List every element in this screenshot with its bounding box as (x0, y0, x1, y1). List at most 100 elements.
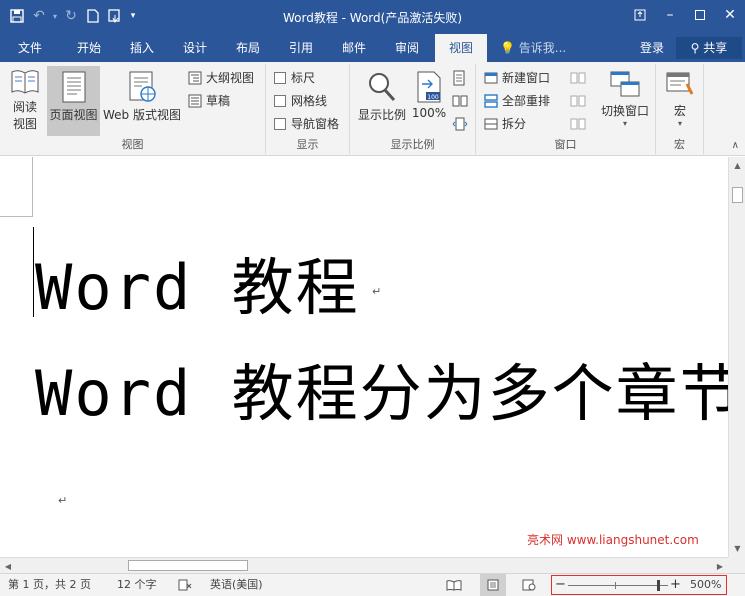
page-count[interactable]: 第 1 页，共 2 页 (8, 574, 91, 596)
paragraph-mark-icon: ↵ (58, 494, 68, 507)
new-window-icon (484, 72, 498, 84)
multiple-pages-icon (452, 95, 468, 107)
multiple-pages-button[interactable] (452, 91, 468, 111)
text-cursor (33, 227, 34, 317)
arrange-all-button[interactable]: 全部重排 (484, 91, 550, 111)
title-bar: ↶ ▾ ↻ ▾ Word教程 - Word(产品激活失败) – ✕ (0, 0, 745, 34)
document-line-1[interactable]: Word 教程 (35, 237, 360, 327)
minimize-icon[interactable]: – (655, 0, 685, 30)
outline-label: 大纲视图 (206, 71, 255, 85)
status-bar: 第 1 页，共 2 页 12 个字 英语(美国) − + 500% (0, 573, 745, 596)
read-mode-button[interactable]: 阅读 视图 (6, 66, 44, 132)
window-controls: – ✕ (625, 0, 745, 30)
macros-dropdown-icon: ▾ (677, 119, 682, 128)
zoom-slider-midmark (615, 582, 616, 589)
share-label: 共享 (703, 41, 728, 55)
paragraph-mark-icon: ↵ (372, 285, 382, 298)
tell-me-search[interactable]: 💡 告诉我... (500, 34, 566, 62)
zoom-level[interactable]: 500% (690, 574, 721, 596)
close-icon[interactable]: ✕ (715, 0, 745, 30)
gridlines-label: 网格线 (291, 94, 328, 108)
switch-windows-label: 切换窗口 (600, 104, 649, 118)
scroll-up-icon[interactable]: ▲ (729, 157, 745, 174)
ribbon-display-options-icon[interactable] (625, 0, 655, 30)
ruler-checkbox-box[interactable] (274, 72, 286, 84)
word-count[interactable]: 12 个字 (117, 574, 157, 596)
new-window-button[interactable]: 新建窗口 (484, 68, 550, 88)
split-button[interactable]: 拆分 (484, 114, 526, 134)
language-indicator[interactable]: 英语(美国) (210, 574, 263, 596)
gridlines-checkbox-box[interactable] (274, 95, 286, 107)
sign-in-link[interactable]: 登录 (640, 34, 664, 62)
web-layout-view-icon[interactable] (522, 574, 536, 596)
new-window-label: 新建窗口 (502, 71, 551, 85)
view-side-by-side-button[interactable] (570, 68, 586, 88)
switch-windows-icon (610, 71, 640, 97)
macros-group-label: 宏 (674, 138, 685, 151)
views-group: 阅读 视图 页面视图 Web 版式视图 大纲视图 草稿 视图 (0, 64, 266, 154)
switch-windows-button[interactable]: 切换窗口 ▾ (596, 66, 654, 128)
zoom-button[interactable]: 显示比例 (354, 66, 410, 123)
vertical-scrollbar[interactable]: ▲ ▼ (728, 157, 745, 557)
hundred-icon-text: 100 (427, 94, 439, 101)
macros-button[interactable]: 宏 ▾ (662, 66, 698, 128)
ruler-label: 标尺 (291, 71, 316, 85)
hundred-percent-button[interactable]: 100 100% (410, 66, 448, 120)
ribbon: 阅读 视图 页面视图 Web 版式视图 大纲视图 草稿 视图 标尺 网格线 导航… (0, 62, 745, 156)
tab-design[interactable]: 设计 (170, 34, 220, 62)
navigation-pane-checkbox[interactable]: 导航窗格 (274, 114, 339, 134)
page-width-button[interactable] (452, 114, 468, 134)
synchronous-scrolling-button[interactable] (570, 91, 586, 111)
proofing-icon[interactable] (178, 574, 192, 596)
scroll-down-icon[interactable]: ▼ (729, 540, 745, 557)
horizontal-scroll-thumb[interactable] (128, 560, 248, 571)
watermark-text: 亮术网 www.liangshunet.com (527, 533, 699, 547)
maximize-icon[interactable] (685, 0, 715, 30)
draft-button[interactable]: 草稿 (188, 91, 230, 111)
tab-home[interactable]: 开始 (64, 34, 114, 62)
zoom-out-icon[interactable]: − (555, 576, 566, 594)
document-area[interactable]: Word 教程 ↵ Word 教程分为多个章节 ↵ 亮术网 www.liangs… (0, 157, 728, 557)
zoom-group-label: 显示比例 (390, 138, 435, 151)
sync-scroll-icon (570, 95, 586, 107)
tab-view[interactable]: 视图 (435, 34, 487, 62)
horizontal-scrollbar[interactable]: ◀ ▶ (0, 557, 728, 573)
draft-label: 草稿 (206, 94, 231, 108)
tab-review[interactable]: 审阅 (382, 34, 432, 62)
show-group: 标尺 网格线 导航窗格 显示 (266, 64, 350, 154)
side-by-side-icon (570, 72, 586, 84)
navigation-pane-checkbox-box[interactable] (274, 118, 286, 130)
zoom-slider-thumb[interactable] (657, 580, 660, 591)
scroll-left-icon[interactable]: ◀ (0, 558, 16, 574)
one-page-button[interactable] (452, 68, 466, 88)
web-layout-button[interactable]: Web 版式视图 (101, 66, 183, 123)
vertical-scroll-thumb[interactable] (732, 187, 743, 203)
print-layout-label: 页面视图 (49, 108, 98, 122)
window-group-label: 窗口 (554, 138, 577, 151)
tab-layout[interactable]: 布局 (223, 34, 273, 62)
draft-icon (188, 94, 202, 108)
reset-window-position-button[interactable] (570, 114, 586, 134)
tab-insert[interactable]: 插入 (117, 34, 167, 62)
navigation-pane-label: 导航窗格 (291, 117, 340, 131)
read-mode-view-icon[interactable] (446, 574, 462, 596)
macros-group: 宏 ▾ 宏 (656, 64, 704, 154)
collapse-ribbon-icon[interactable]: ∧ (732, 140, 739, 151)
scroll-right-icon[interactable]: ▶ (712, 558, 728, 574)
share-button[interactable]: ⚲ 共享 (676, 37, 742, 59)
hundred-percent-label: 100% (411, 106, 447, 120)
outline-button[interactable]: 大纲视图 (188, 68, 254, 88)
magnifier-icon (369, 73, 396, 102)
ruler-checkbox[interactable]: 标尺 (274, 68, 315, 88)
arrange-all-label: 全部重排 (502, 94, 551, 108)
reset-window-icon (570, 118, 586, 130)
zoom-in-icon[interactable]: + (670, 576, 681, 594)
print-layout-view-icon[interactable] (480, 574, 506, 596)
zoom-slider-track[interactable] (568, 585, 668, 586)
gridlines-checkbox[interactable]: 网格线 (274, 91, 327, 111)
tab-file[interactable]: 文件 (8, 34, 52, 62)
print-layout-button[interactable]: 页面视图 (47, 66, 100, 136)
document-line-2[interactable]: Word 教程分为多个章节 (35, 343, 728, 433)
tab-mailings[interactable]: 邮件 (329, 34, 379, 62)
tab-references[interactable]: 引用 (276, 34, 326, 62)
